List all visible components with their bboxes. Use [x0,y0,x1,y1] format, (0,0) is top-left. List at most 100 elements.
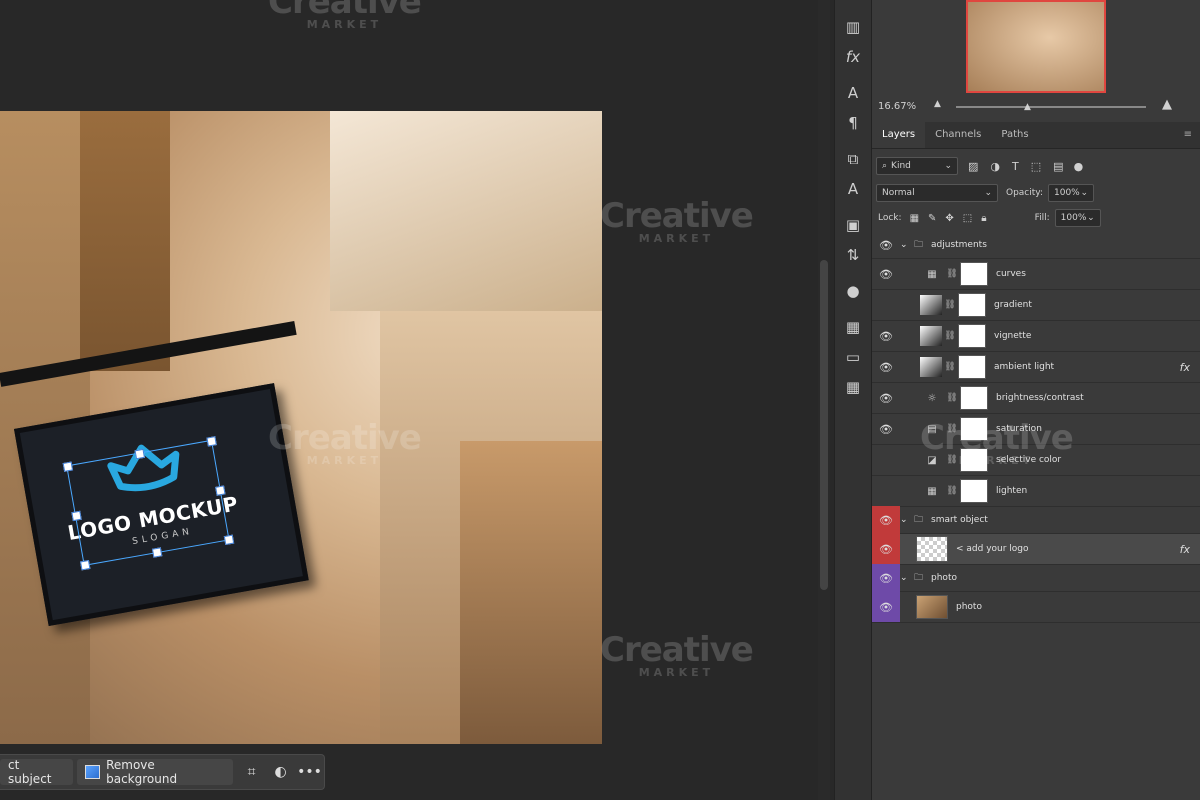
adjust-icon[interactable]: ◐ [266,759,295,785]
zoom-value[interactable]: 16.67% [878,101,916,112]
layer-group-photo[interactable]: 👁︎ ⌄ 🗀︎ photo [872,563,1200,593]
canvas-scrollbar[interactable] [818,0,830,800]
select-subject-button[interactable]: ct subject [0,758,73,786]
pixel-filter-icon[interactable]: ▨ [968,160,978,173]
layer-group-adjustments[interactable]: 👁︎ ⌄ 🗀︎ adjustments [872,232,1200,259]
paragraph-icon[interactable]: ¶ [835,108,871,138]
properties-icon[interactable]: ⇅ [835,240,871,270]
swatches-icon[interactable]: ▦ [835,312,871,342]
blend-mode-label: Normal [882,188,915,198]
eye-icon[interactable]: 👁︎ [872,353,900,382]
color-icon[interactable]: ● [835,276,871,306]
tab-channels[interactable]: Channels [925,122,991,148]
lock-transparent-icon[interactable]: ▦ [910,213,919,224]
layer-photo[interactable]: 👁︎ photo [872,592,1200,623]
layer-group-smart-object[interactable]: 👁︎ ⌄ 🗀︎ smart object [872,505,1200,535]
lasso-icon[interactable]: ⌗ [237,759,266,785]
navigator-preview[interactable] [966,0,1106,93]
photo-thumb [916,595,948,619]
gradient-thumb-icon [920,326,942,346]
eye-icon[interactable]: 👁︎ [872,563,900,593]
layer-add-your-logo[interactable]: 👁︎ < add your logo fx [872,534,1200,565]
lock-paint-icon[interactable]: ✎ [928,213,936,224]
lock-move-icon[interactable]: ✥ [945,213,953,224]
layer-name: photo [931,573,957,583]
layer-name: adjustments [931,240,987,250]
contextual-taskbar: ct subject Remove background ⌗ ◐ ••• [0,754,325,790]
scrollbar-thumb[interactable] [820,260,828,590]
zoom-slider-handle[interactable]: ▲ [1024,102,1031,112]
fx-icon[interactable]: fx [835,42,871,72]
fx-icon[interactable]: fx [1180,543,1190,556]
eye-hidden-icon[interactable]: ▫ [872,477,900,506]
blend-mode-select[interactable]: Normal ⌄ [876,184,998,202]
lock-all-icon[interactable]: 🔒︎ [981,213,986,224]
eye-icon[interactable]: 👁︎ [872,534,900,564]
handle-bl[interactable] [80,559,91,571]
patterns-icon[interactable]: ▦ [835,372,871,402]
link-icon: ⛓︎ [944,331,956,341]
tab-layers[interactable]: Layers [872,122,926,148]
handle-tr[interactable] [206,436,217,447]
chevron-down-icon[interactable]: ⌄ [900,240,912,250]
fill-input[interactable]: 100% ⌄ [1054,209,1101,227]
shape-filter-icon[interactable]: ⬚ [1031,160,1041,173]
gradients-icon[interactable]: ▭ [835,342,871,372]
opacity-input[interactable]: 100% ⌄ [1048,184,1094,202]
character-icon[interactable]: A [835,78,871,108]
tab-paths[interactable]: Paths [991,122,1038,148]
handle-b[interactable] [151,547,163,558]
more-icon[interactable]: ••• [295,759,324,785]
layer-ambient-light[interactable]: 👁︎ ⛓︎ ambient light fx [872,352,1200,383]
mockup-photo[interactable]: LOGO MOCKUP SLOGAN [0,111,602,744]
layer-lighten[interactable]: ▫ ▦ ⛓︎ lighten [872,476,1200,507]
eye-icon[interactable]: 👁︎ [872,505,900,535]
zoom-out-icon[interactable]: ▲ [934,99,941,109]
layer-name: brightness/contrast [996,393,1084,403]
remove-background-button[interactable]: Remove background [76,758,234,786]
handle-t[interactable] [134,448,145,460]
type-filter-icon[interactable]: T [1012,160,1019,173]
filter-toggle-icon[interactable]: ● [1074,160,1084,173]
layer-saturation[interactable]: 👁︎ ▤ ⛓︎ saturation [872,414,1200,445]
eye-icon[interactable]: 👁︎ [872,415,900,444]
adjustment-filter-icon[interactable]: ◑ [990,160,1000,173]
eye-icon[interactable]: 👁︎ [872,231,900,260]
filter-kind-select[interactable]: ⌕ Kind ⌄ [876,157,958,175]
glyphs-icon[interactable]: ⧉ [835,144,871,174]
zoom-slider[interactable] [956,106,1146,108]
chevron-down-icon[interactable]: ⌄ [900,573,912,583]
layer-gradient[interactable]: ▫ ⛓︎ gradient [872,290,1200,321]
layer-selective-color[interactable]: ▫ ◪ ⛓︎ selective color [872,445,1200,476]
layer-vignette[interactable]: 👁︎ ⛓︎ vignette [872,321,1200,352]
layer-name: gradient [994,300,1032,310]
handle-l[interactable] [71,510,82,522]
layer-brightness-contrast[interactable]: 👁︎ ☼ ⛓︎ brightness/contrast [872,383,1200,414]
smartobject-filter-icon[interactable]: ▤ [1053,160,1063,173]
layers-panel: 16.67% ▲ ▲ ▲ Layers Channels Paths ≡ ⌕ K… [872,0,1200,800]
layer-name: smart object [931,515,988,525]
eye-icon[interactable]: 👁︎ [872,322,900,351]
eye-icon[interactable]: 👁︎ [872,592,900,622]
eye-icon[interactable]: 👁︎ [872,260,900,289]
zoom-in-icon[interactable]: ▲ [1162,97,1172,112]
transform-selection[interactable] [62,436,235,571]
handle-r[interactable] [215,485,226,496]
eye-icon[interactable]: 👁︎ [872,384,900,413]
eye-hidden-icon[interactable]: ▫ [872,291,900,320]
eye-hidden-icon[interactable]: ▫ [872,446,900,475]
link-icon: ⛓︎ [946,455,958,465]
histogram-icon[interactable]: ▥ [835,12,871,42]
chevron-down-icon[interactable]: ⌄ [900,515,912,525]
layer-curves[interactable]: 👁︎ ▦ ⛓︎ curves [872,259,1200,290]
handle-br[interactable] [223,534,235,546]
handle-tl[interactable] [62,461,74,472]
panel-menu-icon[interactable]: ≡ [1176,122,1200,148]
libraries-icon[interactable]: ▣ [835,210,871,240]
fx-icon[interactable]: fx [1180,361,1190,374]
canvas-area[interactable]: LOGO MOCKUP SLOGAN ct subject Remove bac… [0,0,818,800]
folder-icon: 🗀︎ [914,515,924,525]
layer-mask-thumb [960,479,988,503]
char-styles-icon[interactable]: A [835,174,871,204]
lock-artboard-icon[interactable]: ⬚ [963,213,972,224]
